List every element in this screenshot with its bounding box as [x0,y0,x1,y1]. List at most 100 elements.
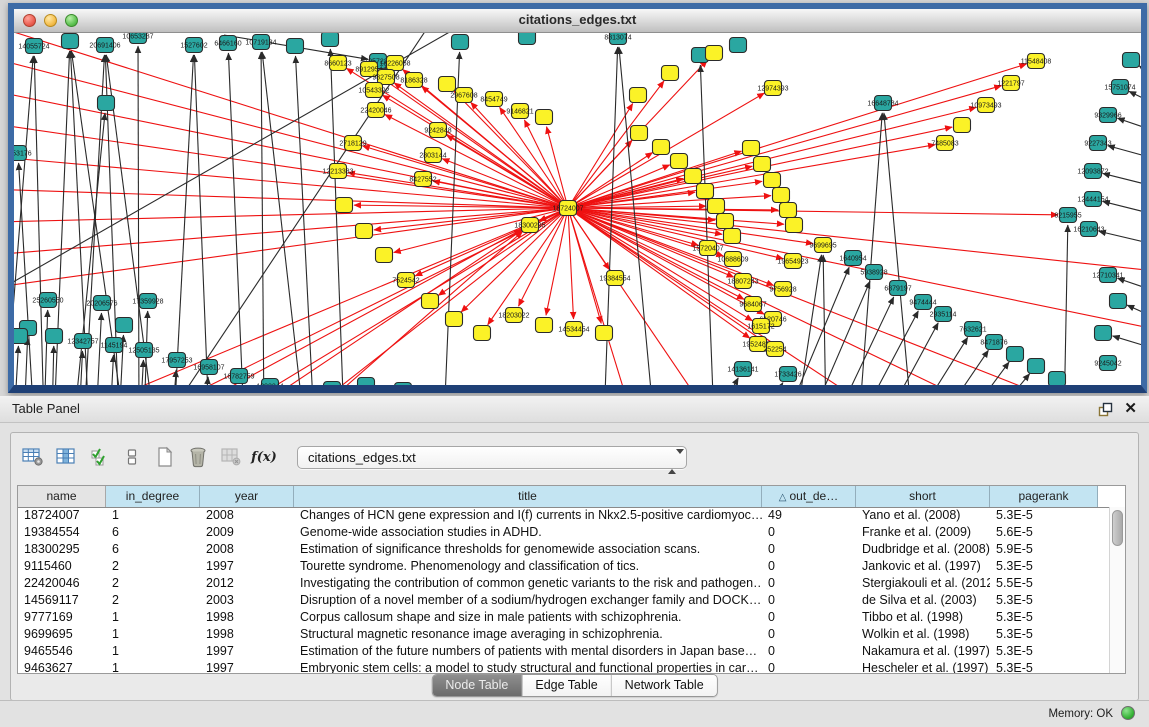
graph-node[interactable] [954,118,971,133]
table-select-dropdown[interactable]: citations_edges.txt [297,446,687,469]
graph-edge[interactable] [442,159,568,208]
graph-edge[interactable] [1099,231,1141,243]
graph-edge[interactable] [759,383,783,385]
graph-edge[interactable] [568,152,653,208]
table-row[interactable]: 977716911998Corpus callosum shape and si… [18,609,1110,626]
graph-edge[interactable] [714,378,738,385]
graph-node[interactable] [439,77,456,92]
graph-node[interactable] [717,214,734,229]
delete-column-button[interactable] [186,445,210,469]
graph-node[interactable] [452,35,469,50]
graph-edge[interactable] [44,310,48,385]
graph-node[interactable] [743,141,760,156]
graph-node[interactable] [322,33,339,47]
table-options-button[interactable] [21,445,45,469]
window-titlebar[interactable]: citations_edges.txt [14,9,1141,33]
close-panel-icon[interactable]: ✕ [1124,399,1137,417]
new-column-button[interactable] [153,445,177,469]
tab-network-table[interactable]: Network Table [612,675,717,696]
graph-node[interactable] [1095,326,1112,341]
table-row[interactable]: 1830029562008Estimation of significance … [18,541,1110,558]
column-header-out-degree[interactable]: △out_de… [762,486,856,507]
graph-node[interactable] [730,38,747,53]
float-panel-icon[interactable] [1098,402,1113,417]
graph-edge[interactable] [1108,146,1141,157]
graph-edge[interactable] [52,346,54,385]
graph-node[interactable] [780,203,797,218]
graph-node[interactable] [324,382,341,386]
graph-node[interactable] [358,378,375,386]
function-builder-button[interactable]: f(x) [252,445,276,469]
graph-node[interactable] [596,326,613,341]
graph-node[interactable] [1110,294,1127,309]
graph-edge[interactable] [194,55,209,385]
graph-node[interactable] [46,329,63,344]
table-row[interactable]: 969969511998Structural magnetic resonanc… [18,626,1110,643]
close-window-button[interactable] [23,14,36,27]
table-row[interactable]: 2242004622012Investigating the contribut… [18,575,1110,592]
column-header-in-degree[interactable]: in_degree [106,486,200,507]
column-header-title[interactable]: title [294,486,762,507]
zoom-window-button[interactable] [65,14,78,27]
graph-node[interactable] [764,173,781,188]
graph-edge[interactable] [261,52,264,385]
graph-edge[interactable] [1127,305,1141,315]
table-row[interactable]: 946554611997Estimation of the future num… [18,643,1110,660]
table-scrollbar[interactable] [1109,507,1125,673]
graph-edge[interactable] [859,311,918,385]
graph-node[interactable] [287,39,304,54]
table-row[interactable]: 1872400712008Changes of HCN gene express… [18,507,1110,524]
row-height-button[interactable] [120,445,144,469]
graph-edge[interactable] [140,360,143,385]
graph-edge[interactable] [823,255,826,385]
graph-node[interactable] [1028,359,1045,374]
tab-edge-table[interactable]: Edge Table [522,675,611,696]
graph-node[interactable] [662,66,679,81]
graph-node[interactable] [630,88,647,103]
graph-node[interactable] [536,318,553,333]
graph-node[interactable] [1123,53,1140,68]
graph-node[interactable] [1049,372,1066,386]
graph-node[interactable] [422,294,439,309]
graph-node[interactable] [708,199,725,214]
graph-node[interactable] [685,169,702,184]
graph-edge[interactable] [989,374,1030,385]
graph-node[interactable] [631,126,648,141]
graph-edge[interactable] [1129,91,1141,101]
graph-edge[interactable] [1064,225,1068,385]
graph-node[interactable] [98,96,115,111]
graph-node[interactable] [754,157,771,172]
minimize-window-button[interactable] [44,14,57,27]
graph-edge[interactable] [1113,336,1141,347]
memory-status-indicator[interactable] [1121,706,1135,720]
graph-edge[interactable] [939,350,988,385]
graph-edge[interactable] [24,338,28,385]
graph-edge[interactable] [1117,118,1141,129]
table-row[interactable]: 1456911722003Disruption of a novel membe… [18,592,1110,609]
table-row[interactable]: 946362711997Embryonic stem cells: a mode… [18,660,1110,673]
column-header-name[interactable]: name [18,486,106,507]
graph-node[interactable] [724,229,741,244]
graph-edge[interactable] [174,55,193,385]
graph-edge[interactable] [884,323,938,385]
table-scrollbar-thumb[interactable] [1112,510,1123,546]
graph-node[interactable] [395,383,412,386]
graph-node[interactable] [536,110,553,125]
column-header-short[interactable]: short [856,486,990,507]
graph-edge[interactable] [138,46,139,385]
graph-node[interactable] [474,326,491,341]
graph-edge[interactable] [110,355,113,385]
graph-edge[interactable] [859,113,882,385]
graph-node[interactable] [773,188,790,203]
graph-node[interactable] [62,34,79,49]
graph-edge[interactable] [1139,66,1141,73]
graph-node[interactable] [1007,347,1024,362]
graph-node[interactable] [376,248,393,263]
show-column-button[interactable] [54,445,78,469]
graph-edge[interactable] [1117,278,1141,289]
graph-node[interactable] [116,318,133,333]
graph-edge[interactable] [204,377,208,385]
graph-edge[interactable] [914,337,968,385]
graph-node[interactable] [671,154,688,169]
graph-node[interactable] [446,312,463,327]
